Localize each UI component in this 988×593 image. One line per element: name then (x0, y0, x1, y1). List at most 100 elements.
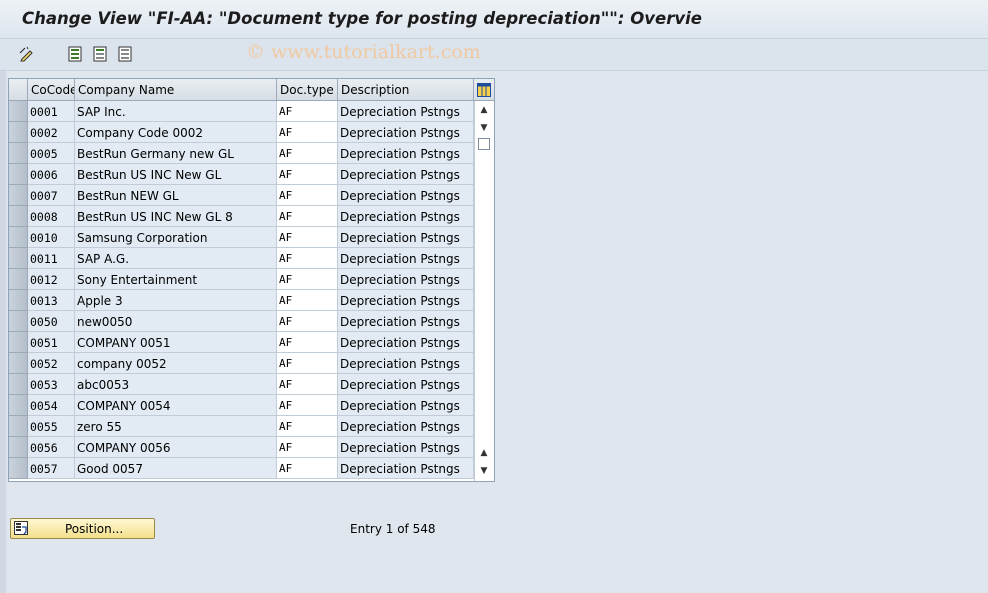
cell-description: Depreciation Pstngs (338, 206, 474, 227)
cell-company-name: BestRun NEW GL (75, 185, 277, 206)
column-header-description[interactable]: Description (338, 79, 474, 101)
scroll-thumb[interactable] (478, 138, 490, 150)
cell-company-name: Sony Entertainment (75, 269, 277, 290)
doc-type-input[interactable]: AF (277, 332, 338, 353)
deselect-all-icon[interactable] (91, 45, 109, 63)
scroll-page-down-icon[interactable]: ▼ (478, 465, 490, 477)
watermark: © www.tutorialkart.com (246, 41, 481, 63)
cell-cocode: 0008 (28, 206, 75, 227)
row-selector[interactable] (9, 311, 28, 332)
column-header-doc-type[interactable]: Doc.type (277, 79, 338, 101)
doc-type-input[interactable]: AF (277, 437, 338, 458)
cell-description: Depreciation Pstngs (338, 185, 474, 206)
doc-type-input[interactable]: AF (277, 101, 338, 122)
doc-type-input[interactable]: AF (277, 290, 338, 311)
row-selector[interactable] (9, 269, 28, 290)
cell-cocode: 0006 (28, 164, 75, 185)
cell-description: Depreciation Pstngs (338, 269, 474, 290)
cell-description: Depreciation Pstngs (338, 122, 474, 143)
row-selector[interactable] (9, 227, 28, 248)
doc-type-input[interactable]: AF (277, 269, 338, 290)
doc-type-input[interactable]: AF (277, 458, 338, 479)
row-selector[interactable] (9, 290, 28, 311)
row-selector[interactable] (9, 395, 28, 416)
doc-type-input[interactable]: AF (277, 353, 338, 374)
position-button-label: Position... (65, 522, 124, 536)
scroll-down-icon[interactable]: ▼ (478, 122, 490, 134)
cell-company-name: Apple 3 (75, 290, 277, 311)
doc-type-input[interactable]: AF (277, 227, 338, 248)
column-header-company-name[interactable]: Company Name (75, 79, 277, 101)
row-selector[interactable] (9, 143, 28, 164)
row-selector[interactable] (9, 206, 28, 227)
cell-company-name: SAP A.G. (75, 248, 277, 269)
doc-type-input[interactable]: AF (277, 311, 338, 332)
column-header-cocode[interactable]: CoCode (28, 79, 75, 101)
row-selector[interactable] (9, 353, 28, 374)
cell-company-name: company 0052 (75, 353, 277, 374)
cell-cocode: 0012 (28, 269, 75, 290)
position-button[interactable]: Position... (10, 518, 155, 539)
select-all-rows-button[interactable] (9, 79, 28, 101)
cell-description: Depreciation Pstngs (338, 164, 474, 185)
title-bar: Change View "FI-AA: "Document type for p… (0, 0, 988, 39)
cell-company-name: Company Code 0002 (75, 122, 277, 143)
cell-cocode: 0005 (28, 143, 75, 164)
window-title: Change View "FI-AA: "Document type for p… (22, 9, 702, 28)
cell-description: Depreciation Pstngs (338, 374, 474, 395)
row-selector[interactable] (9, 374, 28, 395)
cell-description: Depreciation Pstngs (338, 101, 474, 122)
row-selector[interactable] (9, 437, 28, 458)
cell-cocode: 0001 (28, 101, 75, 122)
cell-company-name: COMPANY 0051 (75, 332, 277, 353)
cell-cocode: 0054 (28, 395, 75, 416)
doc-type-input[interactable]: AF (277, 206, 338, 227)
row-selector[interactable] (9, 185, 28, 206)
row-selector[interactable] (9, 248, 28, 269)
doc-type-input[interactable]: AF (277, 416, 338, 437)
row-selector[interactable] (9, 416, 28, 437)
position-icon (14, 521, 28, 535)
row-selector[interactable] (9, 101, 28, 122)
cell-description: Depreciation Pstngs (338, 353, 474, 374)
cell-cocode: 0057 (28, 458, 75, 479)
cell-cocode: 0056 (28, 437, 75, 458)
doc-type-input[interactable]: AF (277, 164, 338, 185)
table-control: CoCode Company Name Doc.type Description… (8, 78, 495, 482)
cell-cocode: 0053 (28, 374, 75, 395)
cell-description: Depreciation Pstngs (338, 458, 474, 479)
cell-cocode: 0011 (28, 248, 75, 269)
cell-company-name: zero 55 (75, 416, 277, 437)
scroll-up-icon[interactable]: ▲ (478, 104, 490, 116)
table-settings-icon[interactable] (474, 79, 494, 101)
cell-description: Depreciation Pstngs (338, 416, 474, 437)
row-selector[interactable] (9, 332, 28, 353)
doc-type-input[interactable]: AF (277, 395, 338, 416)
cell-company-name: new0050 (75, 311, 277, 332)
doc-type-input[interactable]: AF (277, 122, 338, 143)
cell-cocode: 0010 (28, 227, 75, 248)
toolbar: © www.tutorialkart.com (0, 39, 988, 71)
cell-description: Depreciation Pstngs (338, 143, 474, 164)
edit-pencil-icon[interactable] (18, 45, 36, 63)
cell-cocode: 0051 (28, 332, 75, 353)
cell-cocode: 0007 (28, 185, 75, 206)
doc-type-input[interactable]: AF (277, 248, 338, 269)
doc-type-input[interactable]: AF (277, 374, 338, 395)
doc-type-input[interactable]: AF (277, 185, 338, 206)
row-selector[interactable] (9, 122, 28, 143)
select-block-icon[interactable] (116, 45, 134, 63)
cell-company-name: Good 0057 (75, 458, 277, 479)
cell-description: Depreciation Pstngs (338, 311, 474, 332)
row-selector[interactable] (9, 458, 28, 479)
row-selector[interactable] (9, 164, 28, 185)
left-border (0, 71, 6, 593)
select-all-icon[interactable] (66, 45, 84, 63)
scroll-page-up-icon[interactable]: ▲ (478, 447, 490, 459)
cell-company-name: BestRun US INC New GL (75, 164, 277, 185)
doc-type-input[interactable]: AF (277, 143, 338, 164)
cell-cocode: 0052 (28, 353, 75, 374)
cell-company-name: COMPANY 0054 (75, 395, 277, 416)
vertical-scrollbar[interactable]: ▲ ▼ ▲ ▼ (474, 101, 494, 481)
cell-company-name: SAP Inc. (75, 101, 277, 122)
